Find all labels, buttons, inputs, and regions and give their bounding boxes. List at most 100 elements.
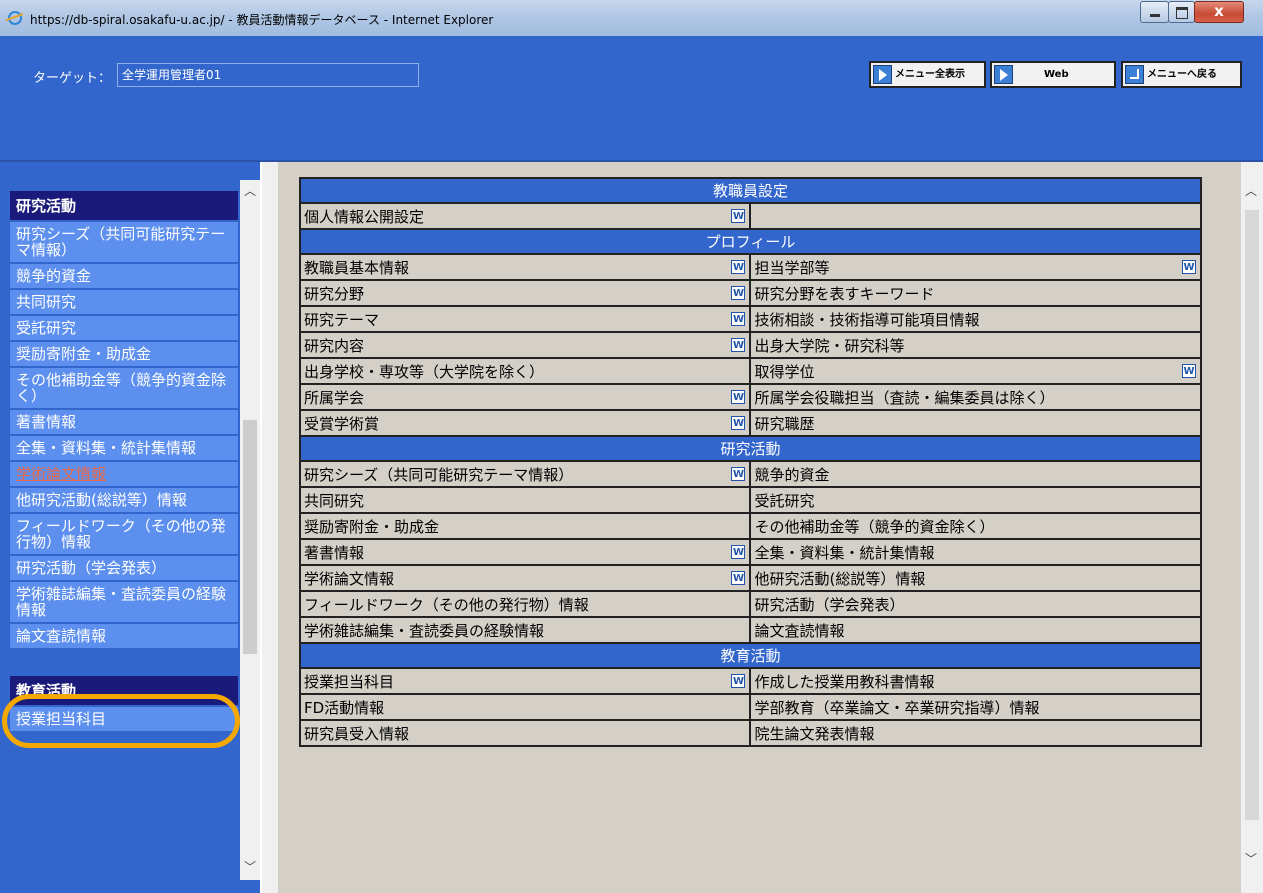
sidebar-item[interactable]: フィールドワーク（その他の発行物）情報 [10,512,238,554]
word-export-icon[interactable]: W [731,390,746,404]
menu-cell[interactable]: フィールドワーク（その他の発行物）情報 [298,590,752,618]
menu-cell[interactable]: 取得学位 W [749,357,1202,385]
menu-cell[interactable]: 院生論文発表情報 [749,719,1202,747]
menu-cell[interactable]: 研究員受入情報 [298,719,752,747]
menu-cell[interactable]: 研究分野を表すキーワード [749,279,1202,307]
menu-link[interactable]: 教職員基本情報 [304,259,409,277]
web-button[interactable]: Web [990,61,1116,88]
target-field[interactable]: 全学運用管理者01 [117,63,419,87]
menu-link[interactable]: 論文査読情報 [754,622,844,640]
word-export-icon[interactable]: W [731,674,746,688]
main-scrollbar[interactable]: ︿ ﹀ [1241,162,1263,893]
word-export-icon[interactable]: W [731,286,746,300]
word-export-icon[interactable]: W [1182,260,1196,274]
menu-link[interactable]: 所属学会役職担当（査読・編集委員は除く） [754,389,1054,407]
menu-link[interactable]: 奨励寄附金・助成金 [304,518,439,536]
menu-cell[interactable]: 学術雑誌編集・査読委員の経験情報 [298,616,752,644]
minimize-button[interactable] [1140,1,1169,23]
menu-link[interactable]: 学術雑誌編集・査読委員の経験情報 [304,622,544,640]
menu-link[interactable]: 受賞学術賞 [304,415,379,433]
sidebar-item[interactable]: 論文査読情報 [10,622,238,648]
sidebar-item[interactable]: 著書情報 [10,408,238,434]
menu-cell[interactable]: 研究シーズ（共同可能研究テーマ情報） W [298,460,752,488]
word-export-icon[interactable]: W [1182,364,1196,378]
menu-link[interactable]: 研究内容 [304,337,364,355]
scroll-up-icon[interactable]: ︿ [1244,184,1258,198]
maximize-button[interactable] [1168,1,1195,23]
menu-link[interactable]: 学術論文情報 [304,570,394,588]
sidebar-item[interactable]: 研究シーズ（共同可能研究テーマ情報） [10,220,238,262]
menu-cell[interactable]: 共同研究 [298,486,752,514]
menu-link[interactable]: 受託研究 [754,492,814,510]
menu-cell[interactable]: 所属学会役職担当（査読・編集委員は除く） [749,383,1202,411]
menu-link[interactable]: 共同研究 [304,492,364,510]
menu-cell[interactable]: 担当学部等 W [749,253,1202,281]
menu-cell[interactable]: 全集・資料集・統計集情報 [749,538,1202,566]
menu-link[interactable]: 取得学位 [754,363,814,381]
menu-cell[interactable]: 教職員基本情報 W [298,253,752,281]
show-all-menu-button[interactable]: メニュー全表示 [869,61,986,88]
sidebar-item[interactable]: 他研究活動(総説等）情報 [10,486,238,512]
menu-link[interactable]: FD活動情報 [304,699,384,717]
menu-link[interactable]: 研究シーズ（共同可能研究テーマ情報） [304,466,573,484]
sidebar-scrollbar[interactable]: ︿ ﹀ [240,180,260,880]
menu-cell[interactable]: 他研究活動(総説等）情報 [749,564,1202,592]
menu-cell[interactable]: 技術相談・技術指導可能項目情報 [749,305,1202,333]
menu-link[interactable]: フィールドワーク（その他の発行物）情報 [304,596,589,614]
menu-cell[interactable]: 研究テーマ W [298,305,752,333]
word-export-icon[interactable]: W [731,416,746,430]
menu-cell[interactable]: 奨励寄附金・助成金 [298,512,752,540]
main-scroll-thumb[interactable] [1245,210,1259,820]
menu-link[interactable]: 技術相談・技術指導可能項目情報 [754,311,979,329]
menu-link[interactable]: 著書情報 [304,544,364,562]
menu-link[interactable]: 研究テーマ [304,311,379,329]
word-export-icon[interactable]: W [731,571,746,585]
menu-cell[interactable]: 授業担当科目 W [298,667,752,695]
word-export-icon[interactable]: W [731,467,746,481]
sidebar-item[interactable]: 研究活動（学会発表） [10,554,238,580]
sidebar-item[interactable]: 学術雑誌編集・査読委員の経験情報 [10,580,238,622]
menu-link[interactable]: 担当学部等 [754,259,829,277]
menu-link[interactable]: 授業担当科目 [304,673,394,691]
word-export-icon[interactable]: W [731,260,746,274]
sidebar-item[interactable]: 全集・資料集・統計集情報 [10,434,238,460]
sidebar-item[interactable]: 奨励寄附金・助成金 [10,340,238,366]
back-to-menu-button[interactable]: メニューへ戻る [1121,61,1242,88]
menu-cell[interactable]: 論文査読情報 [749,616,1202,644]
menu-cell[interactable]: 研究分野 W [298,279,752,307]
menu-cell[interactable]: 出身大学院・研究科等 [749,331,1202,359]
menu-link[interactable]: その他補助金等（競争的資金除く） [754,518,994,536]
sidebar-scroll-thumb[interactable] [243,420,257,654]
menu-cell[interactable]: 著書情報 W [298,538,752,566]
menu-link[interactable]: 研究活動（学会発表） [754,596,904,614]
close-button[interactable] [1194,1,1244,23]
menu-link[interactable]: 作成した授業用教科書情報 [754,673,934,691]
menu-cell[interactable]: FD活動情報 [298,693,752,721]
sidebar-item[interactable]: その他補助金等（競争的資金除く） [10,366,238,408]
menu-link[interactable]: 全集・資料集・統計集情報 [754,544,934,562]
menu-cell[interactable]: 作成した授業用教科書情報 [749,667,1202,695]
scroll-down-icon[interactable]: ﹀ [1244,852,1258,866]
sidebar-item[interactable]: 受託研究 [10,314,238,340]
menu-cell[interactable]: 学部教育（卒業論文・卒業研究指導）情報 [749,693,1202,721]
menu-link[interactable]: 出身大学院・研究科等 [754,337,904,355]
word-export-icon[interactable]: W [731,209,746,223]
menu-cell[interactable]: その他補助金等（競争的資金除く） [749,512,1202,540]
menu-link[interactable]: 学部教育（卒業論文・卒業研究指導）情報 [754,699,1039,717]
menu-cell[interactable]: 個人情報公開設定 W [298,202,752,230]
scroll-up-icon[interactable]: ︿ [243,184,257,198]
menu-cell[interactable]: 競争的資金 [749,460,1202,488]
menu-cell[interactable]: 研究職歴 [749,409,1202,437]
menu-link[interactable]: 他研究活動(総説等）情報 [754,570,925,588]
menu-link[interactable]: 研究分野 [304,285,364,303]
menu-cell[interactable]: 学術論文情報 W [298,564,752,592]
menu-link[interactable]: 個人情報公開設定 [304,208,424,226]
menu-link[interactable]: 研究分野を表すキーワード [754,285,934,303]
menu-link[interactable]: 出身学校・専攻等（大学院を除く） [304,363,544,381]
menu-cell[interactable]: 研究内容 W [298,331,752,359]
scroll-down-icon[interactable]: ﹀ [243,860,257,874]
word-export-icon[interactable]: W [731,338,746,352]
menu-link[interactable]: 研究職歴 [754,415,814,433]
menu-cell[interactable]: 研究活動（学会発表） [749,590,1202,618]
menu-link[interactable]: 競争的資金 [754,466,829,484]
